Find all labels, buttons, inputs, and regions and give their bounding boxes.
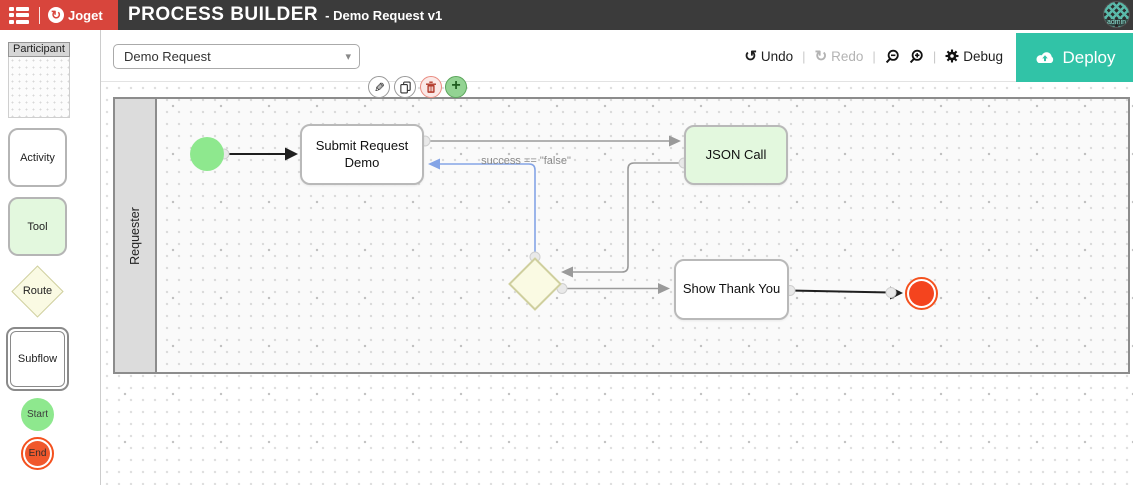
palette-item-end[interactable]: End bbox=[21, 437, 54, 470]
cloud-upload-icon bbox=[1034, 50, 1056, 65]
undo-icon: ↺ bbox=[744, 49, 757, 64]
palette-tool-label: Tool bbox=[27, 221, 47, 233]
brand-divider bbox=[39, 7, 40, 24]
copy-process-button[interactable] bbox=[394, 76, 416, 98]
palette-subflow-label: Subflow bbox=[18, 353, 57, 365]
joget-brand-name: Joget bbox=[68, 8, 103, 23]
builder-toolbar: Demo Request ▾ ✎ + bbox=[101, 30, 1133, 82]
edge-condition-label[interactable]: success == "false" bbox=[476, 155, 576, 167]
palette-item-tool[interactable]: Tool bbox=[8, 197, 67, 256]
palette-item-activity[interactable]: Activity bbox=[8, 128, 67, 187]
palette-item-participant[interactable]: Participant bbox=[8, 42, 70, 57]
app-header: ↻ Joget PROCESS BUILDER - Demo Request v… bbox=[0, 0, 1133, 30]
avatar-username: admin bbox=[1104, 19, 1129, 26]
trash-icon bbox=[425, 81, 437, 94]
zoom-out-button[interactable] bbox=[885, 49, 900, 64]
swimlane-header[interactable]: Requester bbox=[113, 97, 157, 374]
undo-label: Undo bbox=[761, 49, 793, 64]
palette-item-subflow[interactable]: Subflow bbox=[6, 327, 69, 391]
hamburger-menu-icon[interactable] bbox=[9, 7, 29, 24]
hamburger-row bbox=[9, 20, 29, 24]
delete-process-button[interactable] bbox=[420, 76, 442, 98]
pencil-icon: ✎ bbox=[374, 81, 385, 94]
node-start-event[interactable] bbox=[190, 137, 224, 171]
palette-start-label: Start bbox=[27, 409, 48, 420]
node-activity-submit-request[interactable]: Submit Request Demo bbox=[300, 124, 424, 185]
debug-label: Debug bbox=[963, 49, 1003, 64]
deploy-button[interactable]: Deploy bbox=[1016, 33, 1133, 82]
debug-button[interactable]: Debug bbox=[945, 49, 1003, 64]
hamburger-row bbox=[9, 7, 29, 11]
zoom-in-icon bbox=[909, 49, 924, 64]
process-select-value: Demo Request bbox=[124, 49, 345, 64]
zoom-out-icon bbox=[885, 49, 900, 64]
redo-button[interactable]: ↻ Redo bbox=[815, 49, 864, 64]
palette-item-start[interactable]: Start bbox=[21, 398, 54, 431]
end-inner-circle: End bbox=[25, 441, 50, 466]
toolbar-separator: | bbox=[872, 49, 875, 64]
gear-icon bbox=[945, 49, 959, 63]
user-avatar[interactable]: admin bbox=[1103, 1, 1130, 28]
swimlane-label: Requester bbox=[128, 207, 142, 265]
palette-route-label: Route bbox=[11, 285, 64, 297]
shape-palette: Participant Activity Tool Route Subflow … bbox=[0, 30, 101, 485]
joget-logo-icon: ↻ bbox=[48, 7, 64, 23]
deploy-label: Deploy bbox=[1063, 48, 1116, 68]
process-builder-app: ↻ Joget PROCESS BUILDER - Demo Request v… bbox=[0, 0, 1133, 485]
subflow-inner-border: Subflow bbox=[10, 331, 65, 387]
palette-item-route[interactable]: Route bbox=[11, 265, 64, 318]
node-activity-show-thank-you[interactable]: Show Thank You bbox=[674, 259, 789, 320]
process-select[interactable]: Demo Request ▾ bbox=[113, 44, 360, 69]
palette-end-label: End bbox=[29, 448, 47, 459]
joget-logo[interactable]: ↻ Joget bbox=[48, 7, 103, 23]
undo-button[interactable]: ↺ Undo bbox=[744, 49, 793, 64]
copy-icon bbox=[399, 81, 412, 94]
brand-area: ↻ Joget bbox=[0, 0, 118, 30]
title-area: PROCESS BUILDER - Demo Request v1 bbox=[128, 0, 442, 30]
redo-label: Redo bbox=[831, 49, 863, 64]
chevron-down-icon: ▾ bbox=[345, 50, 351, 63]
toolbar-right-group: ↺ Undo | ↻ Redo | bbox=[744, 30, 1003, 82]
zoom-in-button[interactable] bbox=[909, 49, 924, 64]
redo-icon: ↻ bbox=[815, 49, 828, 64]
palette-participant-preview bbox=[8, 57, 70, 118]
end-node-inner-circle bbox=[909, 281, 934, 306]
toolbar-separator: | bbox=[802, 49, 805, 64]
process-canvas[interactable]: Requester bbox=[101, 82, 1133, 485]
edit-process-button[interactable]: ✎ bbox=[368, 76, 390, 98]
toolbar-separator: | bbox=[933, 49, 936, 64]
page-title: PROCESS BUILDER bbox=[128, 4, 318, 26]
hamburger-row bbox=[9, 13, 29, 17]
node-tool-json-call[interactable]: JSON Call bbox=[684, 125, 788, 185]
palette-activity-label: Activity bbox=[20, 152, 55, 164]
node-end-event[interactable] bbox=[905, 277, 938, 310]
plus-icon: + bbox=[451, 78, 460, 94]
process-name-subtitle: - Demo Request v1 bbox=[325, 8, 442, 23]
add-process-button[interactable]: + bbox=[445, 76, 467, 98]
